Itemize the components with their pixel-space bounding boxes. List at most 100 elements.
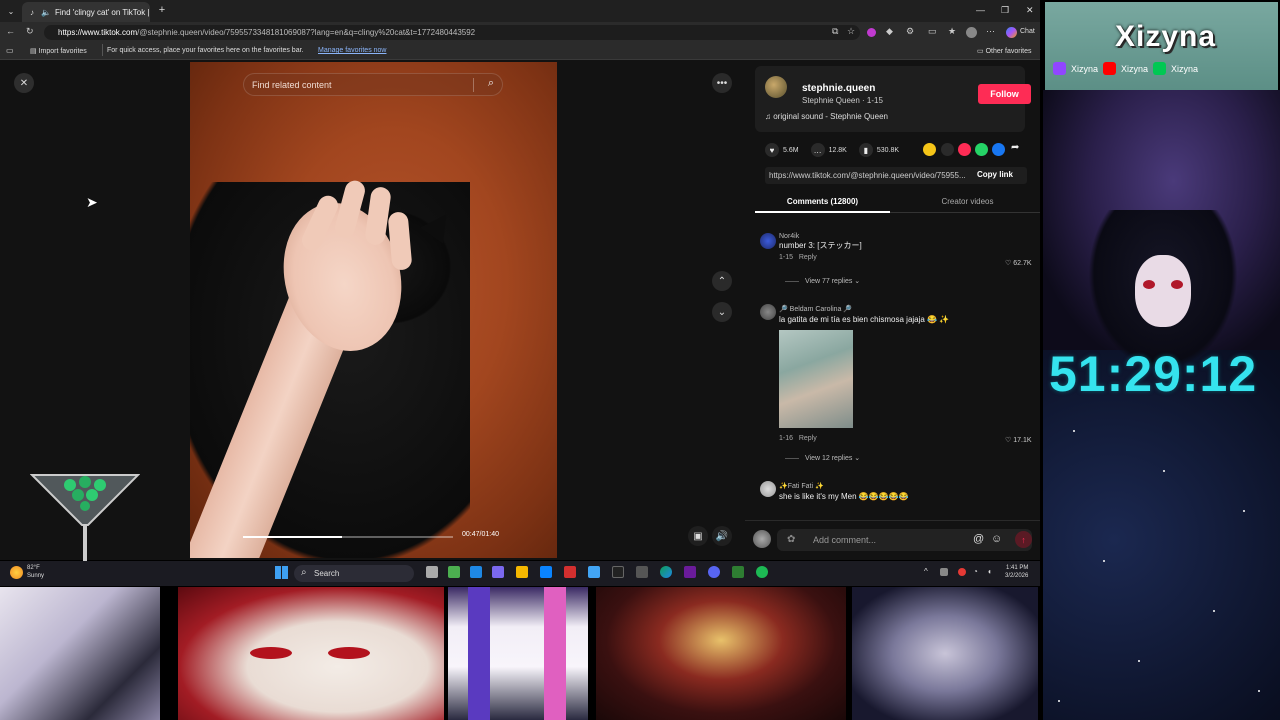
calendar-icon[interactable] xyxy=(564,566,576,578)
comment-user[interactable]: Nor4ik xyxy=(779,233,862,240)
view-replies[interactable]: View 12 replies ⌄ xyxy=(785,454,860,462)
post-comment-icon[interactable]: ↑ xyxy=(1015,531,1032,548)
task-view-icon[interactable] xyxy=(426,566,438,578)
speaker-icon[interactable]: 🔈 xyxy=(41,7,51,17)
repost-icon[interactable] xyxy=(923,143,936,156)
follow-button[interactable]: Follow xyxy=(978,84,1031,104)
view-replies[interactable]: View 77 replies ⌄ xyxy=(785,277,860,285)
bookmark-icon[interactable]: ▮ xyxy=(858,143,873,157)
reading-list-icon[interactable]: ▭ xyxy=(6,46,14,55)
weather-widget[interactable]: 82°F Sunny xyxy=(27,564,44,580)
file-explorer-icon[interactable] xyxy=(516,566,528,578)
spotify-icon[interactable] xyxy=(756,566,768,578)
close-window-icon[interactable]: ✕ xyxy=(1026,5,1034,16)
app-icon[interactable] xyxy=(448,566,460,578)
commenter-avatar[interactable] xyxy=(760,233,776,249)
send-icon[interactable] xyxy=(958,143,971,156)
more-menu-icon[interactable]: ⋯ xyxy=(986,26,995,37)
previous-video-icon[interactable]: ⌃ xyxy=(712,271,732,291)
tab-active[interactable]: ♪ 🔈 Find 'clingy cat' on TikTok | Ti ✕ xyxy=(22,2,150,22)
character-face xyxy=(1135,255,1191,327)
extension-diamond-icon[interactable]: ◆ xyxy=(886,26,893,37)
commenter-avatar[interactable] xyxy=(760,304,776,320)
copy-link-button[interactable]: Copy link xyxy=(977,170,1013,179)
comment-likes[interactable]: ♡ 62.7K xyxy=(1005,259,1032,267)
url-field[interactable]: https://www.tiktok.com/@stephnie.queen/v… xyxy=(44,25,860,40)
sticker-icon[interactable]: ✿ xyxy=(787,534,795,545)
video-progress-bar[interactable] xyxy=(243,536,453,538)
clock-date: 3/2/2026 xyxy=(1005,573,1029,579)
related-search-input[interactable]: Find related content ⌕ xyxy=(243,73,503,96)
tray-chevron-icon[interactable]: ^ xyxy=(924,567,928,576)
author-avatar[interactable] xyxy=(765,76,787,98)
comment-input[interactable]: ✿ Add comment... @ ☺ xyxy=(777,529,1032,551)
app-icon[interactable] xyxy=(470,566,482,578)
reply-link[interactable]: Reply xyxy=(799,435,817,442)
start-windows-icon[interactable] xyxy=(275,566,288,579)
mention-icon[interactable]: @ xyxy=(973,533,984,545)
share-arrow-icon[interactable]: ➦ xyxy=(1011,142,1019,153)
minimize-icon[interactable]: — xyxy=(976,5,985,15)
manage-favorites-link[interactable]: Manage favorites now xyxy=(318,47,386,54)
star xyxy=(1163,470,1165,472)
reply-link[interactable]: Reply xyxy=(799,254,817,261)
comment-likes[interactable]: ♡ 17.1K xyxy=(1005,436,1032,444)
floating-player-icon[interactable]: ▣ xyxy=(688,526,708,546)
tiktok-icon[interactable] xyxy=(612,566,624,578)
import-favorites[interactable]: ▤ Import favorites xyxy=(30,47,87,55)
comment-icon[interactable]: … xyxy=(810,143,825,157)
clock[interactable]: 1:41 PM 3/2/2026 xyxy=(1005,564,1028,580)
app-icon[interactable] xyxy=(588,566,600,578)
profile-avatar[interactable] xyxy=(966,27,977,38)
weather-sun-icon[interactable] xyxy=(10,566,23,579)
more-options-icon[interactable]: ••• xyxy=(712,73,732,93)
volume-icon[interactable]: 🔊 xyxy=(712,526,732,546)
app-icon[interactable] xyxy=(684,566,696,578)
sound-link[interactable]: ♫ original sound - Stephnie Queen xyxy=(765,112,888,121)
store-icon[interactable] xyxy=(540,566,552,578)
heart-icon[interactable]: ♥ xyxy=(765,143,779,157)
maximize-icon[interactable]: ❐ xyxy=(1001,5,1009,16)
discord-icon[interactable] xyxy=(708,566,720,578)
refresh-icon[interactable]: ↻ xyxy=(26,26,34,37)
tab-comments[interactable]: Comments (12800) xyxy=(755,197,890,206)
video-player[interactable] xyxy=(190,62,557,558)
embed-icon[interactable] xyxy=(941,143,954,156)
split-screen-icon[interactable]: ▭ xyxy=(928,26,937,37)
volume-tray-icon[interactable]: ◖ xyxy=(987,567,992,576)
author-subline: Stephnie Queen · 1-15 xyxy=(802,96,883,105)
teams-icon[interactable] xyxy=(492,566,504,578)
wifi-icon[interactable]: ◔ xyxy=(973,567,978,576)
favorite-star-icon[interactable]: ☆ xyxy=(847,26,855,37)
collections-icon[interactable]: ★ xyxy=(948,26,956,37)
edge-icon[interactable] xyxy=(660,566,672,578)
taskbar-search[interactable]: ⌕ Search xyxy=(294,565,414,582)
copilot-icon[interactable] xyxy=(1006,27,1017,38)
facebook-icon[interactable] xyxy=(992,143,1005,156)
emoji-icon[interactable]: ☺ xyxy=(991,533,1002,545)
extensions-puzzle-icon[interactable]: ⚙ xyxy=(906,26,914,37)
open-app-icon[interactable]: ⧉ xyxy=(832,26,838,37)
whatsapp-icon[interactable] xyxy=(975,143,988,156)
author-username[interactable]: stephnie.queen xyxy=(802,83,875,94)
mic-icon[interactable] xyxy=(958,568,966,576)
commenter-avatar[interactable] xyxy=(760,481,776,497)
app-icon[interactable] xyxy=(636,566,648,578)
tab-creator-videos[interactable]: Creator videos xyxy=(900,197,1035,206)
comment-image[interactable] xyxy=(779,330,853,428)
next-video-icon[interactable]: ⌄ xyxy=(712,302,732,322)
app-icon[interactable] xyxy=(732,566,744,578)
back-icon[interactable]: ← xyxy=(6,26,15,36)
chat-label[interactable]: Chat xyxy=(1020,28,1035,35)
comment-user[interactable]: 🔎 Beldam Carolina 🔎 xyxy=(779,305,949,313)
tray-icon[interactable] xyxy=(940,568,948,576)
new-tab-icon[interactable]: + xyxy=(157,4,167,16)
other-favorites-label: Other favorites xyxy=(985,48,1032,55)
search-icon[interactable]: ⌕ xyxy=(488,77,494,90)
anime-gif-strip xyxy=(0,587,1043,720)
extension-icon[interactable] xyxy=(867,28,876,37)
other-favorites[interactable]: ▭ Other favorites xyxy=(977,47,1031,55)
comment-user[interactable]: ✨Fati Fati ✨ xyxy=(779,482,909,490)
close-icon[interactable]: ✕ xyxy=(14,73,34,93)
tab-list-icon[interactable]: ⌄ xyxy=(6,6,16,16)
